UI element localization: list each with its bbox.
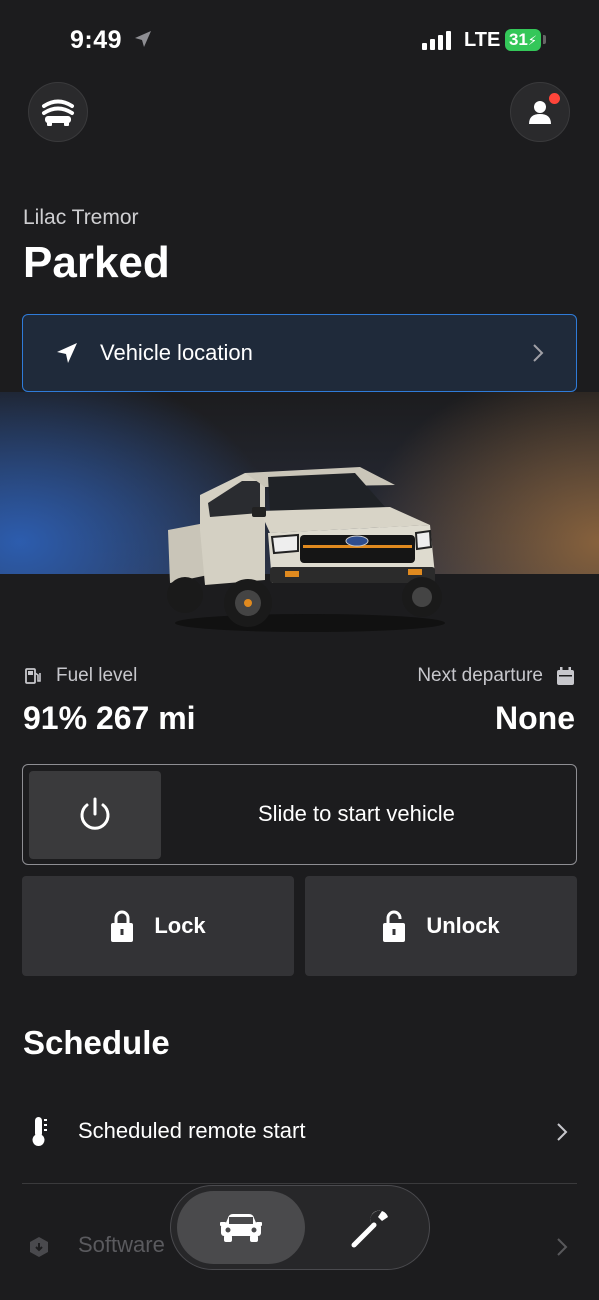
chevron-right-icon bbox=[557, 1123, 568, 1141]
chevron-right-icon bbox=[557, 1238, 568, 1256]
fuel-level-label: Fuel level bbox=[56, 665, 138, 686]
battery-nub bbox=[543, 35, 546, 44]
scheduled-remote-start-label: Scheduled remote start bbox=[78, 1118, 306, 1143]
garage-button[interactable] bbox=[28, 82, 88, 142]
software-row-label[interactable]: Software bbox=[78, 1232, 165, 1258]
battery-level: 31 bbox=[508, 30, 528, 49]
battery-indicator: 31⚡ bbox=[505, 29, 541, 51]
vehicle-status: Parked bbox=[23, 238, 170, 287]
garage-icon bbox=[42, 99, 74, 126]
location-arrow-icon bbox=[57, 343, 77, 363]
divider bbox=[22, 1183, 577, 1184]
profile-button[interactable] bbox=[510, 82, 570, 142]
next-departure-label: Next departure bbox=[417, 665, 543, 686]
cellular-signal-icon bbox=[422, 30, 451, 50]
software-update-icon bbox=[30, 1237, 48, 1257]
lock-button[interactable]: Lock bbox=[22, 876, 294, 976]
notification-badge bbox=[549, 93, 560, 104]
vehicle-location-label: Vehicle location bbox=[100, 340, 253, 365]
lock-icon bbox=[111, 910, 134, 942]
lock-label: Lock bbox=[154, 913, 206, 938]
unlock-icon bbox=[383, 910, 406, 942]
service-tab[interactable] bbox=[318, 1191, 424, 1264]
vehicle-name: Lilac Tremor bbox=[23, 206, 139, 229]
fuel-level-value: 91% 267 mi bbox=[23, 700, 196, 736]
vehicle-tab[interactable] bbox=[177, 1191, 305, 1264]
schedule-heading: Schedule bbox=[23, 1024, 170, 1061]
status-time: 9:49 bbox=[70, 26, 123, 54]
unlock-button[interactable]: Unlock bbox=[305, 876, 577, 976]
profile-icon bbox=[529, 101, 551, 124]
network-type: LTE bbox=[464, 29, 501, 51]
slide-to-start-label: Slide to start vehicle bbox=[258, 801, 455, 826]
car-icon bbox=[220, 1213, 262, 1242]
thermometer-icon bbox=[32, 1117, 47, 1146]
chevron-right-icon bbox=[533, 344, 544, 362]
wrench-icon bbox=[351, 1210, 388, 1247]
location-services-icon bbox=[135, 31, 151, 47]
fuel-pump-icon bbox=[25, 668, 41, 684]
slide-to-start-handle[interactable] bbox=[29, 771, 161, 859]
next-departure-value: None bbox=[495, 700, 575, 736]
calendar-icon bbox=[557, 667, 574, 685]
power-icon bbox=[80, 797, 110, 830]
vehicle-image bbox=[167, 467, 445, 632]
unlock-label: Unlock bbox=[426, 913, 500, 938]
